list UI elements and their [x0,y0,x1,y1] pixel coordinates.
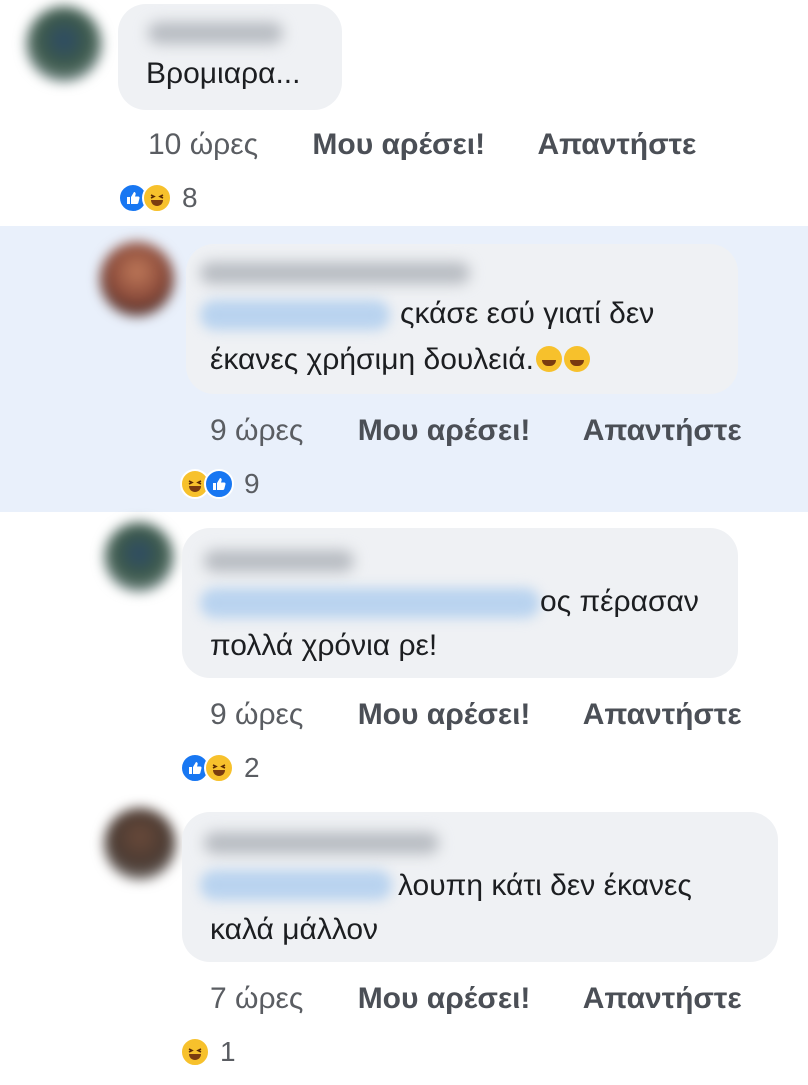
mention-blurred[interactable] [200,300,390,330]
comment-time: 10 ώρες [148,128,259,161]
comment-actions: 9 ώρες Μου αρέσει! Απαντήστε [210,698,742,732]
rofl-emoji-icon [536,346,563,372]
avatar[interactable] [104,808,176,880]
author-name-blurred[interactable] [204,550,354,572]
like-button[interactable]: Μου αρέσει! [358,414,531,448]
comment-text-line2: πολλά χρόνια ρε! [210,629,438,662]
comment-text-line1: λουπη κάτι δεν έκανες [398,869,692,902]
avatar[interactable] [104,522,174,592]
comment-time: 9 ώρες [210,414,304,447]
comment-actions: 10 ώρες Μου αρέσει! Απαντήστε [148,128,696,162]
rofl-emoji-icon [564,346,591,372]
haha-icon [204,753,234,783]
reaction-count: 2 [244,752,260,783]
reaction-count: 9 [244,468,260,499]
comment-text-line2: καλά μάλλον [210,913,379,946]
comment-text-line2: έκανες χρήσιμη δουλειά. [210,338,591,382]
author-name-blurred[interactable] [200,262,470,284]
reaction-count: 8 [182,182,198,213]
comment-actions: 7 ώρες Μου αρέσει! Απαντήστε [210,982,742,1016]
mention-blurred[interactable] [200,588,540,618]
like-button[interactable]: Μου αρέσει! [312,128,485,162]
avatar[interactable] [100,242,174,316]
author-name-blurred[interactable] [204,832,439,854]
comment-3: ος πέρασαν πολλά χρόνια ρε! 9 ώρες Μου α… [0,512,808,794]
reactions[interactable]: 9 [180,468,260,500]
like-button[interactable]: Μου αρέσει! [358,982,531,1016]
comment-4: λουπη κάτι δεν έκανες καλά μάλλον 7 ώρες… [0,794,808,1085]
reply-button[interactable]: Απαντήστε [583,414,742,448]
haha-icon [180,1037,210,1067]
author-name-blurred[interactable] [148,22,283,44]
reaction-count: 1 [220,1036,236,1067]
reactions[interactable]: 2 [180,752,260,784]
comment-1: Βρομιαρα... 10 ώρες Μου αρέσει! Απαντήστ… [0,0,808,226]
comment-time: 9 ώρες [210,698,304,731]
comment-actions: 9 ώρες Μου αρέσει! Απαντήστε [210,414,742,448]
comment-time: 7 ώρες [210,982,304,1015]
avatar[interactable] [26,6,102,82]
comment-text-line2-text: έκανες χρήσιμη δουλειά. [210,343,535,376]
like-icon [204,469,234,499]
haha-icon [142,183,172,213]
comment-text-line1: ος πέρασαν [540,585,699,618]
comment-2: ςκάσε εσύ γιατί δεν έκανες χρήσιμη δουλε… [0,226,808,512]
reactions[interactable]: 1 [180,1036,236,1068]
reply-button[interactable]: Απαντήστε [537,128,696,162]
mention-blurred[interactable] [200,870,392,900]
reply-button[interactable]: Απαντήστε [583,698,742,732]
reply-button[interactable]: Απαντήστε [583,982,742,1016]
comment-text-line1: ςκάσε εσύ γιατί δεν [400,297,655,330]
comment-text: Βρομιαρα... [146,57,301,90]
reactions[interactable]: 8 [118,182,198,214]
like-button[interactable]: Μου αρέσει! [358,698,531,732]
